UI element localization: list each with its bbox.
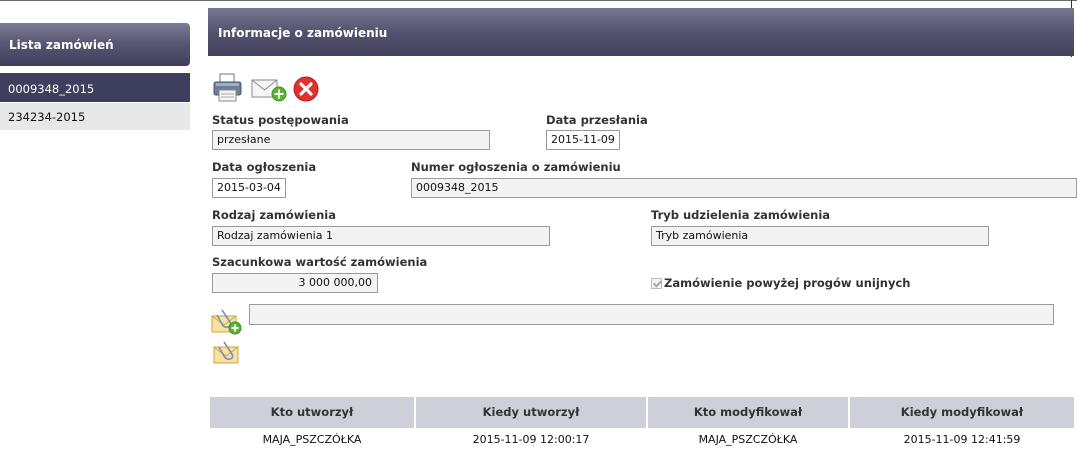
award-mode-field[interactable]: Tryb zamówienia [651, 226, 989, 246]
attachment-add-icon[interactable] [210, 306, 244, 336]
column-header-created-by: Kto utworzył [210, 397, 414, 428]
status-label: Status postępowania [212, 113, 349, 127]
award-mode-label: Tryb udzielenia zamówienia [651, 208, 831, 222]
sent-date-label: Data przesłania [546, 113, 648, 127]
sent-date-field[interactable]: 2015-11-09 [546, 130, 620, 150]
cell-modified-by: MAJA_PSZCZÓŁKA [698, 433, 798, 446]
attachment-field[interactable] [249, 304, 1054, 325]
page-title: Informacje o zamówieniu [208, 8, 1074, 56]
delete-icon[interactable] [293, 76, 319, 102]
sidebar-title: Lista zamówień [0, 23, 190, 66]
attachment-list-icon[interactable] [212, 341, 242, 365]
printer-icon[interactable] [212, 73, 243, 103]
eu-threshold-checkbox-wrap[interactable]: Zamówienie powyżej progów unijnych [651, 276, 910, 290]
mail-add-icon[interactable] [251, 76, 287, 102]
top-border [0, 0, 1077, 1]
announce-number-label: Numer ogłoszenia o zamówieniu [411, 160, 621, 174]
announce-date-label: Data ogłoszenia [212, 160, 317, 174]
eu-threshold-label: Zamówienie powyżej progów unijnych [664, 276, 911, 290]
eu-threshold-checkbox[interactable] [651, 277, 662, 289]
cell-modified-at: 2015-11-09 12:41:59 [903, 433, 1021, 446]
cell-created-by: MAJA_PSZCZÓŁKA [262, 433, 362, 446]
announce-number-field[interactable]: 0009348_2015 [411, 178, 1077, 198]
order-type-label: Rodzaj zamówienia [212, 208, 336, 222]
column-header-modified-at: Kiedy modyfikował [850, 397, 1074, 428]
sidebar-item-234234-2015[interactable]: 234234-2015 [0, 103, 190, 130]
order-type-field[interactable]: Rodzaj zamówienia 1 [212, 226, 550, 246]
column-header-modified-by: Kto modyfikował [648, 397, 848, 428]
status-field[interactable]: przesłane [212, 130, 490, 150]
sidebar-item-0009348-2015[interactable]: 0009348_2015 [0, 73, 190, 102]
column-header-created-at: Kiedy utworzył [416, 397, 646, 428]
announce-date-field[interactable]: 2015-03-04 [212, 178, 286, 198]
estimated-value-label: Szacunkowa wartość zamówienia [212, 255, 428, 269]
cell-created-at: 2015-11-09 12:00:17 [472, 433, 590, 446]
estimated-value-field[interactable]: 3 000 000,00 [212, 273, 378, 293]
